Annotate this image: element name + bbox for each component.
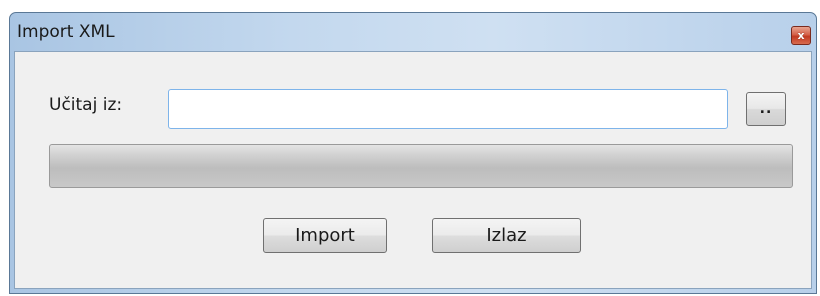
load-from-label: Učitaj iz: xyxy=(49,95,123,115)
import-button[interactable]: Import xyxy=(263,218,387,253)
browse-button[interactable]: .. xyxy=(746,92,786,126)
import-progress-bar xyxy=(49,144,793,188)
dialog-body: Učitaj iz: .. Import Izlaz xyxy=(14,51,812,289)
exit-button[interactable]: Izlaz xyxy=(432,218,581,253)
window-title: Import XML xyxy=(17,22,115,42)
import-xml-dialog: Import XML x Učitaj iz: .. Import Izlaz xyxy=(9,12,817,294)
title-bar[interactable]: Import XML x xyxy=(10,13,816,53)
file-path-input[interactable] xyxy=(168,89,728,129)
close-icon: x xyxy=(797,29,805,42)
close-button[interactable]: x xyxy=(791,26,811,45)
